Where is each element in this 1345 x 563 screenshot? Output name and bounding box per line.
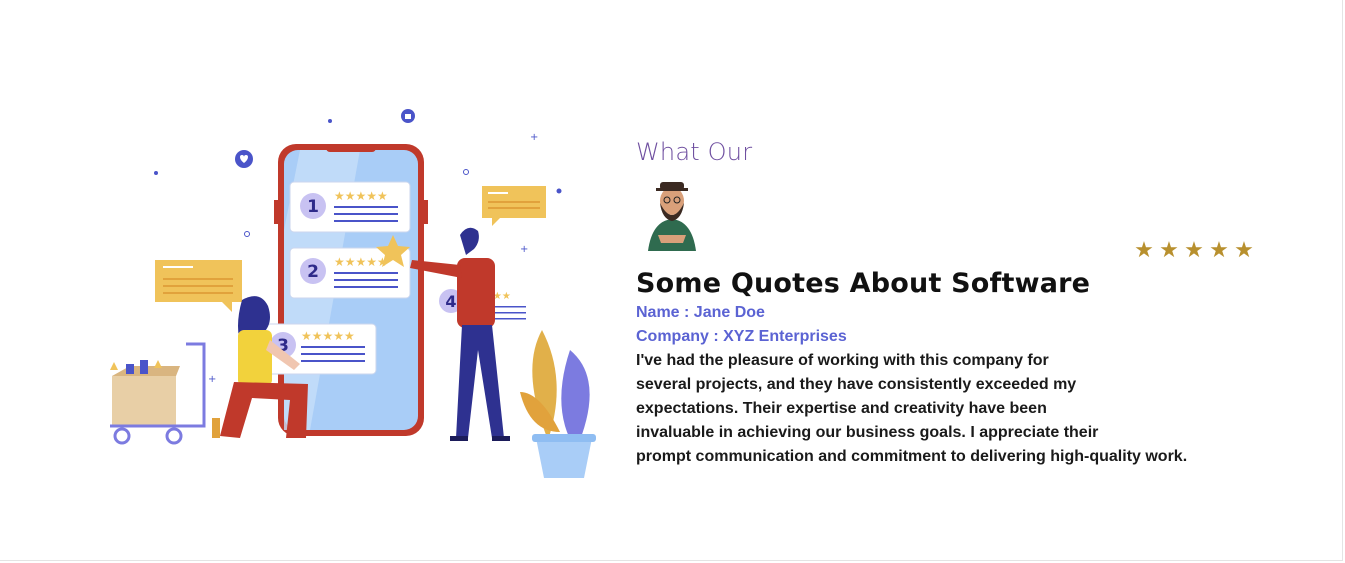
- review-illustration: + + + 1 ★★★★★ 2 ★★★★★ 3 ★★★★★ 4: [110, 109, 596, 478]
- svg-text:★★★★★: ★★★★★: [301, 329, 355, 343]
- star-icon: ★: [1209, 237, 1229, 262]
- testimonial-section: + + + 1 ★★★★★ 2 ★★★★★ 3 ★★★★★ 4 What Our…: [0, 0, 1343, 561]
- star-icon: ★: [1134, 237, 1154, 262]
- speech-bubble-right: [482, 186, 546, 226]
- thumbs-up-icon: [401, 109, 415, 123]
- speech-bubble-left: [155, 260, 242, 312]
- section-subheading: What Our: [636, 138, 753, 166]
- avatar: [644, 173, 700, 251]
- svg-text:4: 4: [445, 292, 456, 311]
- svg-text:+: +: [530, 132, 538, 143]
- quote-line: prompt communication and commitment to d…: [636, 448, 1188, 465]
- star-icon: ★: [1234, 237, 1254, 262]
- quote-line: expectations. Their expertise and creati…: [636, 400, 1047, 417]
- svg-text:2: 2: [307, 262, 319, 282]
- star-icon: ★: [1159, 237, 1179, 262]
- star-icon: ★: [1184, 237, 1204, 262]
- svg-text:★★★★★: ★★★★★: [334, 255, 388, 269]
- svg-text:★★★★★: ★★★★★: [334, 189, 388, 203]
- testimonial-content: What Our ★ ★ ★ ★ ★ Some Quotes About Sof…: [636, 135, 1276, 469]
- rating-stars: ★ ★ ★ ★ ★: [1134, 239, 1254, 261]
- cart-box: [110, 342, 206, 445]
- reviewer-row: ★ ★ ★ ★ ★: [636, 173, 1276, 261]
- quote-line: several projects, and they have consiste…: [636, 376, 1077, 393]
- review-card-3: 3 ★★★★★: [265, 323, 377, 375]
- heart-icon: [235, 150, 253, 168]
- testimonial-quote: I've had the pleasure of working with th…: [636, 349, 1266, 469]
- reviewer-company: Company : XYZ Enterprises: [636, 328, 847, 345]
- svg-text:+: +: [520, 244, 528, 255]
- quote-line: invaluable in achieving our business goa…: [636, 424, 1099, 441]
- svg-text:1: 1: [307, 197, 319, 217]
- man-figure: [410, 227, 510, 441]
- plant-pot: [520, 330, 596, 478]
- review-card-1: 1 ★★★★★: [289, 181, 411, 233]
- quote-line: I've had the pleasure of working with th…: [636, 352, 1049, 369]
- section-title: Some Quotes About Software: [636, 268, 1091, 299]
- reviewer-name: Name : Jane Doe: [636, 304, 765, 321]
- svg-text:+: +: [208, 374, 216, 385]
